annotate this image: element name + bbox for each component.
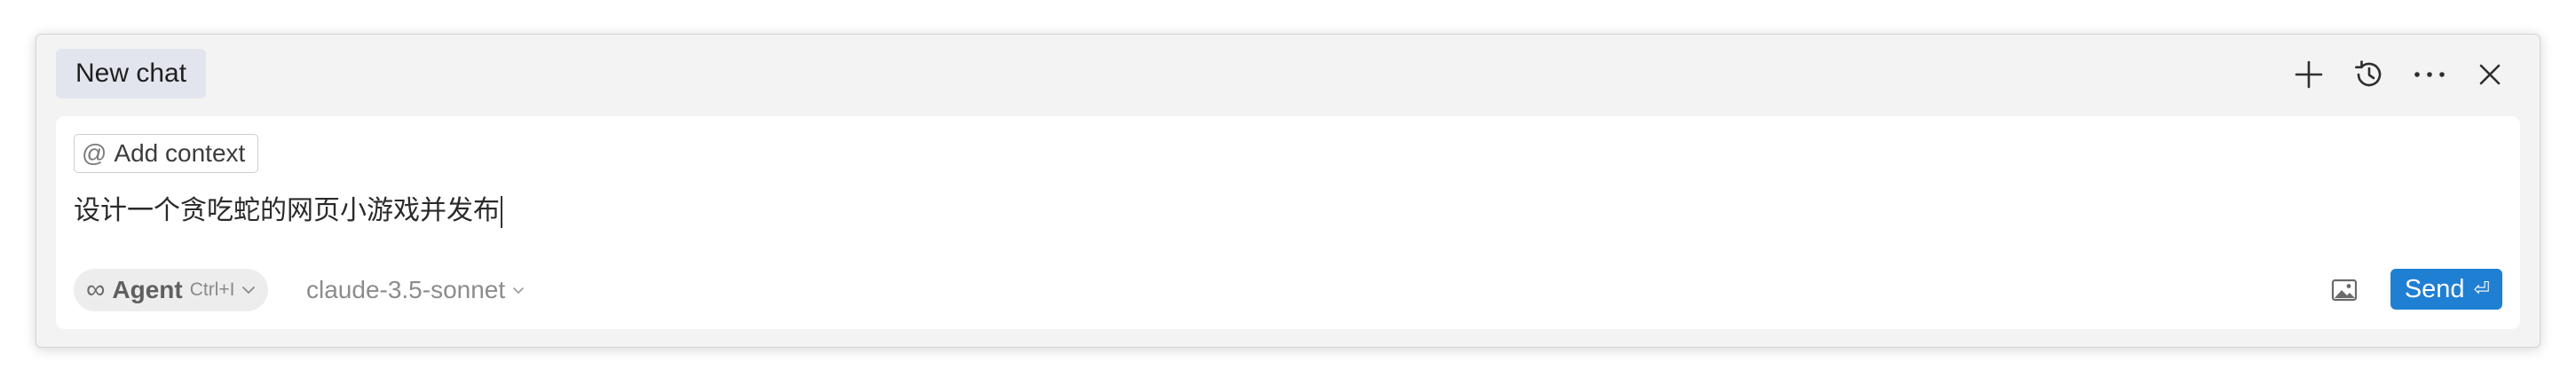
- close-icon: [2479, 64, 2501, 85]
- image-icon: [2331, 279, 2358, 302]
- close-button[interactable]: [2469, 53, 2511, 96]
- history-icon: [2355, 60, 2382, 87]
- add-context-label: Add context: [114, 139, 246, 167]
- text-caret: [501, 195, 502, 228]
- infinity-icon: ∞: [86, 275, 106, 304]
- plus-icon: [2295, 60, 2323, 89]
- at-icon: @: [82, 139, 107, 167]
- model-select[interactable]: claude-3.5-sonnet: [306, 269, 525, 311]
- chat-panel: New chat @ Add context 设计一个贪吃蛇的网页小游戏并发布 …: [36, 34, 2540, 348]
- history-button[interactable]: [2348, 53, 2390, 96]
- attach-image-button[interactable]: [2328, 274, 2360, 306]
- mode-shortcut: Ctrl+I: [189, 279, 235, 300]
- add-context-button[interactable]: @ Add context: [74, 134, 259, 173]
- message-text: 设计一个贪吃蛇的网页小游戏并发布: [74, 195, 500, 226]
- more-options-button[interactable]: [2408, 53, 2451, 96]
- chevron-down-icon: [242, 287, 256, 294]
- header-actions: [2288, 52, 2511, 97]
- mode-select[interactable]: ∞ Agent Ctrl+I: [74, 269, 269, 311]
- new-chat-button[interactable]: [2288, 53, 2330, 96]
- tab-new-chat[interactable]: New chat: [56, 49, 207, 98]
- send-button[interactable]: Send ⏎: [2390, 269, 2502, 310]
- ellipsis-icon: [2414, 72, 2445, 77]
- message-input[interactable]: 设计一个贪吃蛇的网页小游戏并发布: [74, 189, 2502, 233]
- mode-label: Agent: [112, 276, 183, 303]
- message-composer: @ Add context 设计一个贪吃蛇的网页小游戏并发布 ∞ Agent C…: [56, 116, 2520, 329]
- chat-header: New chat: [36, 35, 2540, 114]
- enter-icon: ⏎: [2473, 278, 2490, 300]
- send-label: Send: [2404, 274, 2465, 303]
- chevron-down-icon: [513, 287, 524, 294]
- composer-footer: ∞ Agent Ctrl+I claude-3.5-sonnet Send ⏎: [74, 269, 2502, 311]
- model-label: claude-3.5-sonnet: [306, 276, 506, 303]
